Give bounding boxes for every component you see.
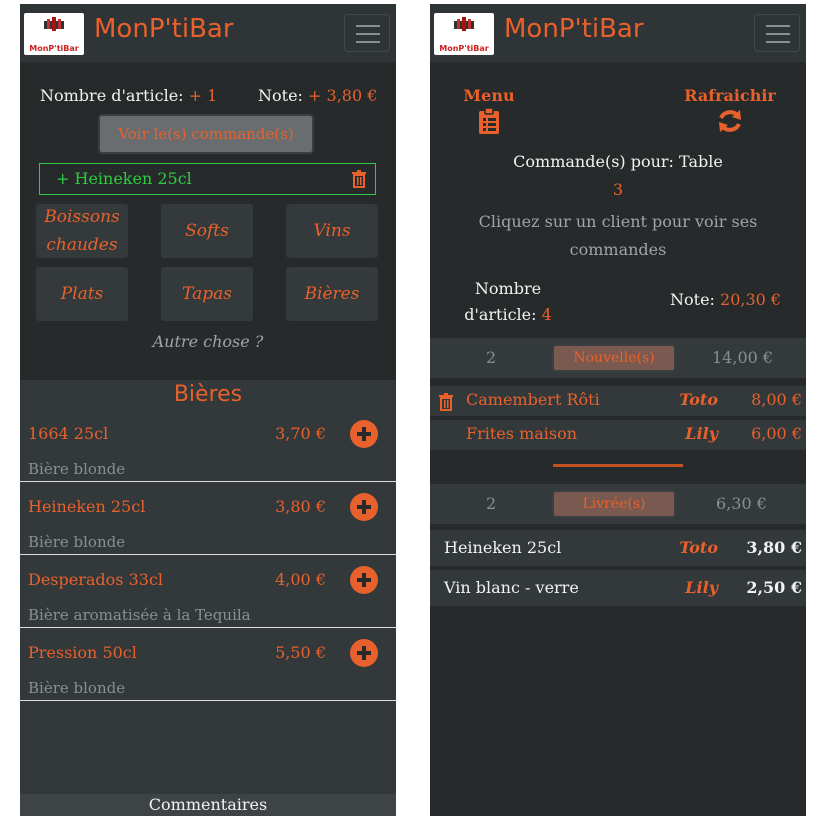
logo-text: MonP'tiBar <box>29 44 79 53</box>
brand-title[interactable]: MonP'tiBar <box>504 14 644 44</box>
note-total: Note: 20,30 € <box>670 290 781 309</box>
other-prompt[interactable]: Autre chose ? <box>20 332 396 351</box>
menu-toggle-button[interactable] <box>344 14 390 52</box>
refresh-icon <box>719 110 741 132</box>
status-badge[interactable]: Livrée(s) <box>552 490 676 518</box>
trash-icon[interactable] <box>351 170 367 188</box>
order-item-price: 2,50 € <box>746 578 802 597</box>
menu-toggle-button[interactable] <box>754 14 800 52</box>
refresh-label: Rafraichir <box>684 86 776 105</box>
order-screen: MonP'tiBar MonP'tiBar Nombre d'article: … <box>20 4 396 816</box>
category-tapas[interactable]: Tapas <box>161 267 253 321</box>
category-hot-drinks[interactable]: Boissons chaudes <box>36 204 128 258</box>
clipboard-icon <box>479 107 499 134</box>
category-dishes[interactable]: Plats <box>36 267 128 321</box>
note-total: Note: + 3,80 € <box>258 86 377 105</box>
article-count-value: 4 <box>541 305 552 324</box>
group-count: 2 <box>486 348 497 367</box>
menu-label: Menu <box>463 86 515 105</box>
note-label: Note: <box>258 86 303 105</box>
order-item-name: Vin blanc - verre <box>444 578 579 597</box>
brand-title[interactable]: MonP'tiBar <box>94 14 234 44</box>
group-total: 6,30 € <box>716 494 767 513</box>
navbar: MonP'tiBar MonP'tiBar <box>430 4 806 62</box>
order-item-price: 8,00 € <box>751 390 802 409</box>
product-row[interactable]: Desperados 33cl 4,00 € Bière aromatisée … <box>20 556 396 628</box>
group-count: 2 <box>486 494 497 513</box>
product-name: 1664 25cl <box>28 424 109 443</box>
product-name: Pression 50cl <box>28 643 137 662</box>
product-desc: Bière blonde <box>28 460 126 478</box>
product-price: 3,80 € <box>275 497 326 516</box>
table-number: 3 <box>612 180 624 199</box>
product-desc: Bière blonde <box>28 679 126 697</box>
comments-bar[interactable]: Commentaires <box>20 794 396 816</box>
product-row[interactable]: Heineken 25cl 3,80 € Bière blonde <box>20 483 396 555</box>
view-orders-button[interactable]: Voir le(s) commande(s) <box>98 114 314 154</box>
bistro-logo-icon <box>454 17 474 31</box>
order-item-price: 6,00 € <box>751 424 802 443</box>
product-name: Heineken 25cl <box>28 497 146 516</box>
category-softs[interactable]: Softs <box>161 204 253 258</box>
product-desc: Bière blonde <box>28 533 126 551</box>
add-icon[interactable] <box>350 639 378 667</box>
refresh-button[interactable]: Rafraichir <box>680 86 780 139</box>
group-divider <box>553 464 683 467</box>
order-group-header: 2 Livrée(s) 6,30 € <box>430 484 806 524</box>
product-row[interactable]: 1664 25cl 3,70 € Bière blonde <box>20 410 396 482</box>
pending-item-label: + Heineken 25cl <box>56 169 192 188</box>
note-label: Note: <box>670 290 715 309</box>
product-name: Desperados 33cl <box>28 570 164 589</box>
order-item-price: 3,80 € <box>746 538 802 557</box>
hamburger-icon <box>766 25 790 27</box>
note-value: 20,30 € <box>720 290 782 309</box>
product-price: 3,70 € <box>275 424 326 443</box>
product-row[interactable]: Pression 50cl 5,50 € Bière blonde <box>20 629 396 701</box>
product-section: Bières 1664 25cl 3,70 € Bière blonde Hei… <box>20 380 396 800</box>
status-badge[interactable]: Nouvelle(s) <box>552 344 676 372</box>
product-desc: Bière aromatisée à la Tequila <box>28 606 251 624</box>
add-icon[interactable] <box>350 493 378 521</box>
order-item-name: Frites maison <box>466 424 578 443</box>
bistro-logo-icon <box>44 17 64 31</box>
delivered-row[interactable]: Heineken 25cl Toto 3,80 € <box>430 530 806 566</box>
note-value: + 3,80 € <box>308 86 378 105</box>
menu-button[interactable]: Menu <box>454 86 524 139</box>
order-item-client[interactable]: Lily <box>685 424 718 443</box>
group-total: 14,00 € <box>712 348 774 367</box>
product-price: 5,50 € <box>275 643 326 662</box>
order-item-client[interactable]: Lily <box>685 578 718 597</box>
hamburger-icon <box>356 25 380 27</box>
pending-item[interactable]: + Heineken 25cl <box>39 163 376 195</box>
logo[interactable]: MonP'tiBar <box>434 13 494 55</box>
article-count-value: + 1 <box>188 86 218 105</box>
order-item-client[interactable]: Toto <box>679 390 718 409</box>
navbar: MonP'tiBar MonP'tiBar <box>20 4 396 62</box>
order-item-name: Camembert Rôti <box>466 390 600 409</box>
hint-text: Cliquez sur un client pour voir ses comm… <box>478 212 758 259</box>
order-group-header: 2 Nouvelle(s) 14,00 € <box>430 338 806 378</box>
order-row[interactable]: Camembert Rôti Toto 8,00 € <box>430 386 806 416</box>
article-count-label: Nombre d'article: <box>464 279 542 324</box>
product-price: 4,00 € <box>275 570 326 589</box>
add-icon[interactable] <box>350 566 378 594</box>
add-icon[interactable] <box>350 420 378 448</box>
order-item-name: Heineken 25cl <box>444 538 562 557</box>
orders-for-title: Commande(s) pour: Table <box>513 152 723 171</box>
category-beers[interactable]: Bières <box>286 267 378 321</box>
delivered-row[interactable]: Vin blanc - verre Lily 2,50 € <box>430 570 806 606</box>
order-row[interactable]: Frites maison Lily 6,00 € <box>430 420 806 450</box>
category-wines[interactable]: Vins <box>286 204 378 258</box>
order-item-client[interactable]: Toto <box>679 538 718 557</box>
section-title: Bières <box>173 382 243 407</box>
article-count: Nombre d'article: + 1 <box>40 86 217 105</box>
orders-screen: MonP'tiBar MonP'tiBar Menu Rafraichir Co… <box>430 4 806 816</box>
article-count-label: Nombre d'article: <box>40 86 184 105</box>
trash-icon[interactable] <box>438 393 454 411</box>
logo-text: MonP'tiBar <box>439 44 489 53</box>
article-count: Nombre d'article: 4 <box>460 276 556 328</box>
logo[interactable]: MonP'tiBar <box>24 13 84 55</box>
